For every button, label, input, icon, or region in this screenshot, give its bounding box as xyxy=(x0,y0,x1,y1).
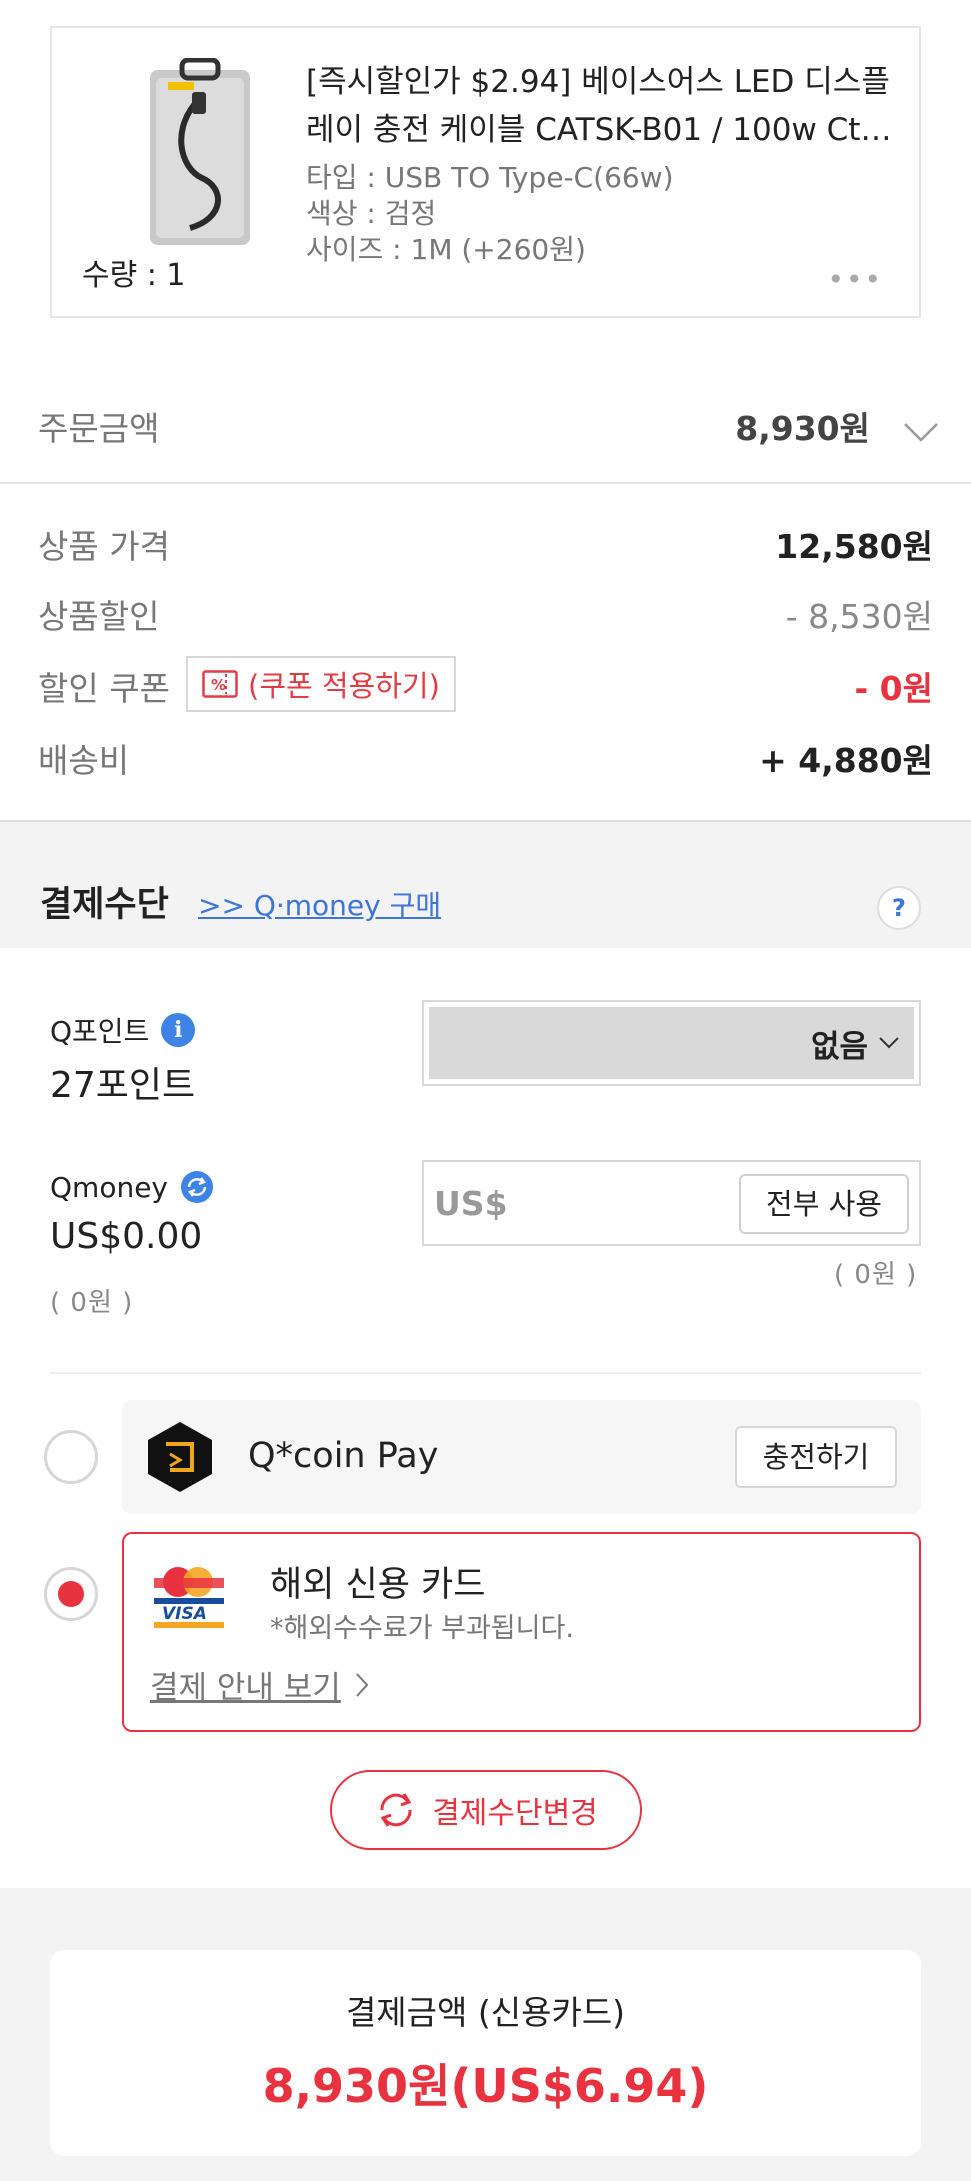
qcoin-pay-option[interactable]: Q*coin Pay 충전하기 xyxy=(122,1400,921,1514)
product-title[interactable]: [즉시할인가 $2.94] 베이스어스 LED 디스플 레이 충전 케이블 CA… xyxy=(306,58,896,154)
shipping-row: 배송비 + 4,880원 xyxy=(0,734,971,784)
chevron-right-icon xyxy=(356,1672,369,1697)
card-brand-icon: VISA xyxy=(152,1567,226,1632)
product-title-line2: 레이 충전 케이블 CATSK-B01 / 100w Cto... xyxy=(306,112,896,148)
discount-row: 상품할인 - 8,530원 xyxy=(0,590,971,640)
chevron-down-icon[interactable] xyxy=(903,420,939,444)
quantity-label: 수량 : 1 xyxy=(82,258,186,293)
apply-coupon-label: (쿠폰 적용하기) xyxy=(248,669,440,703)
qmoney-label-row: Qmoney xyxy=(50,1170,214,1204)
qcoin-radio[interactable] xyxy=(44,1430,98,1484)
credit-card-radio[interactable] xyxy=(44,1567,98,1621)
discount-value: - 8,530원 xyxy=(785,597,933,636)
option-type: 타입 : USB TO Type-C(66w) xyxy=(306,161,674,194)
buy-qmoney-link[interactable]: >> Q·money 구매 xyxy=(198,884,441,924)
product-image xyxy=(150,58,250,245)
qmoney-input-won: ( 0원 ) xyxy=(834,1260,918,1290)
shipping-label: 배송비 xyxy=(38,741,130,780)
order-amount-value: 8,930원 xyxy=(735,409,870,448)
product-card[interactable]: 수량 : 1 [즉시할인가 $2.94] 베이스어스 LED 디스플 레이 충전… xyxy=(50,26,921,318)
help-button[interactable]: ? xyxy=(877,886,921,930)
change-payment-method-button[interactable]: 결제수단변경 xyxy=(330,1770,642,1850)
qpoint-select-value: 없음 xyxy=(810,1028,868,1065)
qpoint-label: Q포인트 xyxy=(50,1015,150,1048)
payment-title: 결제수단 xyxy=(40,885,169,925)
svg-text:VISA: VISA xyxy=(162,1604,207,1624)
payment-guide-link[interactable]: 결제 안내 보기 xyxy=(150,1662,369,1707)
credit-card-note: *해외수수료가 부과됩니다. xyxy=(270,1613,574,1644)
svg-text:%: % xyxy=(211,676,226,694)
more-options-icon[interactable]: ••• xyxy=(827,266,883,294)
price-value: 12,580원 xyxy=(775,527,933,566)
refresh-icon xyxy=(380,1793,412,1827)
order-amount-row[interactable]: 주문금액 8,930원 xyxy=(0,380,971,484)
apply-coupon-button[interactable]: % (쿠폰 적용하기) xyxy=(186,656,456,712)
payment-header: 결제수단 >> Q·money 구매 ? xyxy=(0,820,971,948)
qpoint-select[interactable]: 없음 xyxy=(422,1000,921,1086)
coupon-value: - 0원 xyxy=(854,669,933,708)
coupon-label: 할인 쿠폰 xyxy=(38,669,170,708)
qmoney-label: Qmoney xyxy=(50,1170,168,1204)
coupon-row: 할인 쿠폰 % (쿠폰 적용하기) - 0원 xyxy=(0,656,971,712)
coupon-icon: % xyxy=(202,670,238,698)
payment-total-card: 결제금액 (신용카드) 8,930원(US$6.94) xyxy=(50,1950,921,2156)
change-payment-method-label: 결제수단변경 xyxy=(432,1796,598,1831)
qpoint-label-row: Q포인트 i xyxy=(50,1010,196,1050)
qcoin-logo-icon xyxy=(148,1422,212,1492)
order-amount-label: 주문금액 xyxy=(38,409,160,448)
shipping-value: + 4,880원 xyxy=(759,741,933,780)
payment-total-label: 결제금액 (신용카드) xyxy=(345,1993,626,2032)
option-size: 사이즈 : 1M (+260원) xyxy=(306,233,586,266)
qcoin-pay-label: Q*coin Pay xyxy=(248,1436,439,1476)
discount-label: 상품할인 xyxy=(38,597,160,636)
price-row: 상품 가격 12,580원 xyxy=(0,520,971,570)
charge-button[interactable]: 충전하기 xyxy=(735,1426,897,1488)
payment-total-value: 8,930원(US$6.94) xyxy=(262,2059,709,2113)
credit-card-option[interactable]: VISA 해외 신용 카드 *해외수수료가 부과됩니다. 결제 안내 보기 xyxy=(122,1532,921,1732)
refresh-icon[interactable] xyxy=(180,1170,214,1204)
qmoney-won: ( 0원 ) xyxy=(50,1288,134,1318)
option-color: 색상 : 검정 xyxy=(306,197,437,230)
credit-card-label: 해외 신용 카드 xyxy=(270,1565,486,1605)
qmoney-input-prefix: US$ xyxy=(434,1184,508,1223)
payment-guide-label: 결제 안내 보기 xyxy=(150,1670,341,1706)
qmoney-value: US$0.00 xyxy=(50,1216,203,1257)
info-icon[interactable]: i xyxy=(161,1013,196,1047)
chevron-down-icon xyxy=(879,1037,899,1049)
qpoint-value: 27포인트 xyxy=(50,1065,196,1106)
qmoney-input[interactable]: US$ 전부 사용 xyxy=(422,1160,921,1246)
divider xyxy=(50,1372,921,1374)
product-title-line1: [즉시할인가 $2.94] 베이스어스 LED 디스플 xyxy=(306,64,890,100)
price-label: 상품 가격 xyxy=(38,527,170,566)
use-all-button[interactable]: 전부 사용 xyxy=(739,1174,909,1234)
